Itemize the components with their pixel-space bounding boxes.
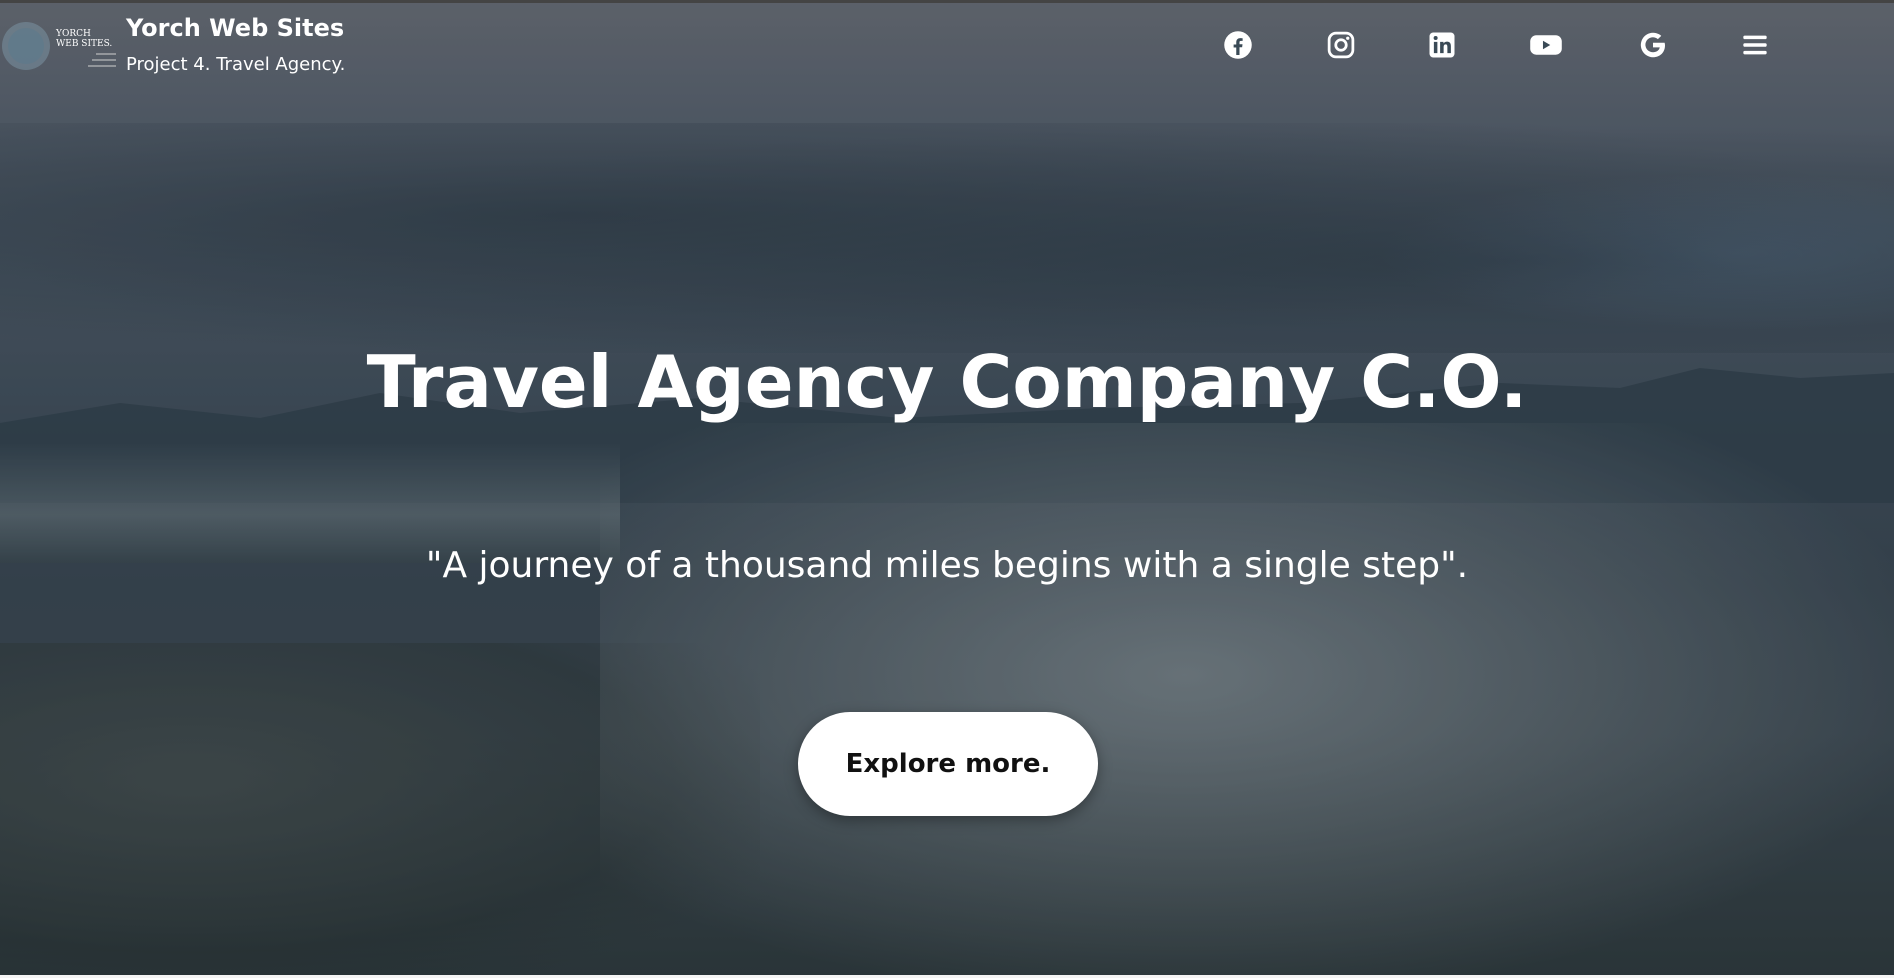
menu-icon[interactable] [1738,28,1772,62]
linkedin-icon[interactable] [1425,28,1459,62]
top-navigation: YORCH WEB SITES. Yorch Web Sites Project… [0,0,1894,90]
explore-more-button[interactable]: Explore more. [798,712,1098,816]
instagram-icon[interactable] [1324,28,1358,62]
brand-subtitle: Project 4. Travel Agency. [126,54,346,75]
brand-logo[interactable]: YORCH WEB SITES. [0,18,120,74]
hero-background [0,0,1894,978]
hero-headline: Travel Agency Company C.O. [366,340,1528,424]
hero-quote: "A journey of a thousand miles begins wi… [425,545,1469,586]
youtube-icon[interactable] [1529,28,1563,62]
dark-overlay [0,3,1894,978]
facebook-icon[interactable] [1221,28,1255,62]
google-icon[interactable] [1636,28,1670,62]
svg-text:WEB SITES.: WEB SITES. [56,39,112,49]
brand-title[interactable]: Yorch Web Sites [126,14,344,42]
svg-text:YORCH: YORCH [55,29,91,39]
